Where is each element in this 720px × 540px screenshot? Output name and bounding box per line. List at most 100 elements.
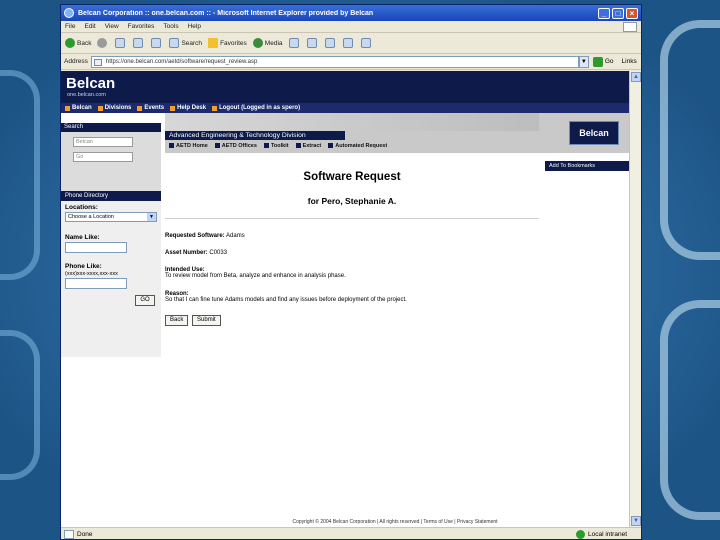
mail-button[interactable] <box>306 38 319 48</box>
search-text-input[interactable]: Go <box>73 152 133 162</box>
add-to-bookmarks-link[interactable]: Add To Bookmarks <box>545 161 629 171</box>
tab-bullet-icon <box>328 143 334 148</box>
belcan-brand-logo[interactable]: Belcan <box>569 121 619 145</box>
security-zone: Local intranet <box>575 529 627 539</box>
tab-aetd-home[interactable]: AETD Home <box>169 143 208 149</box>
reason-value: So that I can fine tune Adams models and… <box>165 297 407 303</box>
discuss-button[interactable] <box>360 38 373 48</box>
forward-button[interactable] <box>97 38 109 48</box>
tab-extract[interactable]: Extract <box>295 143 321 149</box>
go-arrow-icon <box>592 56 603 67</box>
forward-arrow-icon <box>97 38 108 48</box>
submit-button[interactable]: Submit <box>192 315 221 326</box>
go-label: Go <box>604 58 614 65</box>
refresh-button[interactable] <box>133 38 145 48</box>
nav-bullet-icon <box>212 105 218 111</box>
site-nav: Belcan Divisions Events Help Desk Logout… <box>61 103 629 113</box>
home-icon <box>151 38 162 48</box>
address-bar: Address https://one.belcan.com/aetd/soft… <box>61 54 641 70</box>
phone-directory-panel: Phone Directory Locations: Choose a Loca… <box>61 191 161 357</box>
intranet-icon <box>575 529 585 539</box>
nav-label: Help Desk <box>177 105 207 111</box>
address-input[interactable]: https://one.belcan.com/aetd/software/req… <box>90 55 579 68</box>
favorites-star-icon <box>208 38 219 48</box>
search-panel-header: Search <box>61 123 161 132</box>
directory-go-button[interactable]: GO <box>135 295 155 306</box>
phone-like-input[interactable] <box>65 278 127 289</box>
intended-use-row: Intended Use: To review model from Beta,… <box>165 267 539 279</box>
stop-button[interactable] <box>115 38 127 48</box>
scroll-down-icon[interactable]: ▼ <box>631 516 641 526</box>
search-scope-input[interactable]: Belcan <box>73 137 133 147</box>
media-button[interactable]: Media <box>252 38 283 48</box>
form-buttons: Back Submit <box>165 315 539 326</box>
address-go-button[interactable]: Go <box>592 56 614 67</box>
background-decoration <box>660 20 720 260</box>
nav-label: Divisions <box>104 105 132 111</box>
address-dropdown-button[interactable]: ▼ <box>578 55 589 68</box>
asset-number-value: C0033 <box>209 250 228 256</box>
edit-button[interactable] <box>342 38 355 48</box>
background-decoration <box>0 70 40 280</box>
menu-help[interactable]: Help <box>188 23 201 30</box>
history-button[interactable] <box>288 38 301 48</box>
division-tabs: AETD Home AETD Offices Toolkit Extract A… <box>165 140 539 151</box>
division-banner: Advanced Engineering & Technology Divisi… <box>165 113 539 153</box>
back-button[interactable]: Back <box>65 38 91 48</box>
requested-software-row: Requested Software: Adams <box>165 233 539 239</box>
nav-logout[interactable]: Logout (Logged in as spero) <box>212 105 300 111</box>
scroll-up-icon[interactable]: ▲ <box>631 72 641 82</box>
nav-events[interactable]: Events <box>137 105 164 111</box>
address-label: Address <box>64 58 88 65</box>
menu-tools[interactable]: Tools <box>163 23 178 30</box>
links-button[interactable]: Links <box>622 58 637 65</box>
back-form-button[interactable]: Back <box>165 315 189 326</box>
tab-automated-request[interactable]: Automated Request <box>328 143 387 149</box>
search-icon <box>169 38 180 48</box>
software-request-form: Software Request for Pero, Stephanie A. … <box>165 171 539 326</box>
favorites-button[interactable]: Favorites <box>208 38 247 48</box>
menu-edit[interactable]: Edit <box>84 23 95 30</box>
history-icon <box>288 38 299 48</box>
nav-help-desk[interactable]: Help Desk <box>170 105 206 111</box>
window-title: Belcan Corporation :: one.belcan.com :: … <box>78 9 374 17</box>
belcan-logo[interactable]: Belcan <box>66 75 115 92</box>
name-like-input[interactable] <box>65 242 127 253</box>
menu-favorites[interactable]: Favorites <box>128 23 155 30</box>
status-text: Done <box>77 530 93 538</box>
tab-bullet-icon <box>214 143 220 148</box>
nav-divisions[interactable]: Divisions <box>97 105 132 111</box>
search-label: Search <box>181 39 203 47</box>
home-button[interactable] <box>151 38 163 48</box>
name-like-label: Name Like: <box>65 234 100 241</box>
divider <box>165 218 539 219</box>
minimize-button[interactable]: _ <box>598 7 610 19</box>
toolbar: Back Search Favorites Media <box>61 33 641 54</box>
tab-aetd-offices[interactable]: AETD Offices <box>214 143 257 149</box>
locations-select[interactable]: Choose a Location ▼ <box>65 212 157 222</box>
nav-bullet-icon <box>170 105 176 111</box>
nav-label: Belcan <box>72 105 92 111</box>
menu-view[interactable]: View <box>105 23 119 30</box>
nav-bullet-icon <box>137 105 143 111</box>
print-icon <box>324 38 335 48</box>
page-title: Software Request <box>303 171 401 183</box>
menu-bar: File Edit View Favorites Tools Help <box>61 21 641 33</box>
close-button[interactable]: × <box>626 7 638 19</box>
maximize-button[interactable]: □ <box>612 7 624 19</box>
windows-logo-icon <box>623 21 637 32</box>
vertical-scrollbar[interactable]: ▲ ▼ <box>629 71 641 527</box>
nav-bullet-icon <box>97 105 103 111</box>
menu-file[interactable]: File <box>65 23 75 30</box>
banner-graphic <box>165 113 539 131</box>
back-label: Back <box>77 39 92 47</box>
search-button[interactable]: Search <box>169 38 202 48</box>
page-subtitle: for Pero, Stephanie A. <box>307 196 397 206</box>
media-icon <box>252 38 263 48</box>
tab-toolkit[interactable]: Toolkit <box>263 143 289 149</box>
print-button[interactable] <box>324 38 337 48</box>
nav-belcan[interactable]: Belcan <box>65 105 92 111</box>
division-title: Advanced Engineering & Technology Divisi… <box>165 131 345 140</box>
nav-label: Logout (Logged in as spero) <box>219 105 301 111</box>
refresh-icon <box>133 38 144 48</box>
